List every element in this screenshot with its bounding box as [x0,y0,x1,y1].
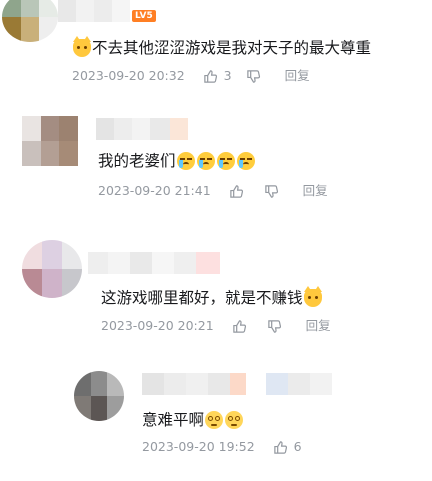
dislike-button[interactable] [264,184,285,199]
thumb-down-icon [246,69,260,83]
like-button[interactable] [232,319,253,334]
avatar[interactable] [2,0,58,42]
thumb-down-icon [267,319,281,333]
username[interactable] [96,118,188,140]
comment-content: 我的老婆们 [98,152,176,170]
comment-time: 2023-09-20 20:32 [72,68,185,83]
reply-button[interactable]: 回复 [303,182,328,200]
comment-time: 2023-09-20 19:52 [142,439,255,454]
dislike-button[interactable] [246,69,267,84]
cat-face-icon [73,36,91,57]
comment-time: 2023-09-20 21:41 [98,183,211,198]
username[interactable] [142,373,332,395]
dislike-button[interactable] [267,319,288,334]
avatar[interactable] [74,371,124,421]
level-badge: LV5 [132,10,156,22]
username[interactable] [88,252,220,274]
comment-meta: 2023-09-20 20:32 3 回复 [72,67,310,85]
comment-content: 不去其他涩涩游戏是我对天子的最大尊重 [92,39,372,57]
comment-meta: 2023-09-20 21:41 回复 [98,182,328,200]
blush-face-icon [225,411,244,429]
crying-face-icon [236,152,255,170]
like-button[interactable] [229,184,250,199]
thumb-up-icon [232,319,246,333]
avatar[interactable] [22,240,82,298]
like-count: 6 [293,439,302,454]
comment-content: 这游戏哪里都好，就是不赚钱 [101,289,303,307]
cat-face-icon [303,286,322,307]
thumb-down-icon [264,184,278,198]
thumb-up-icon [229,184,243,198]
comment-text: 意难平啊 [142,409,244,431]
crying-face-icon [176,152,195,170]
like-button[interactable]: 6 [273,438,302,456]
avatar[interactable] [22,116,78,166]
comment-text: 我的老婆们 [98,150,256,172]
thumb-up-icon [273,440,287,454]
comment-time: 2023-09-20 20:21 [101,318,214,333]
comment-meta: 2023-09-20 19:52 6 [142,438,316,456]
reply-button[interactable]: 回复 [306,317,331,335]
comment-text: 不去其他涩涩游戏是我对天子的最大尊重 [72,36,372,59]
like-button[interactable]: 3 [203,67,232,85]
comment-content: 意难平啊 [142,411,205,429]
blush-face-icon [205,411,224,429]
crying-face-icon [196,152,215,170]
username[interactable] [58,0,130,22]
like-count: 3 [223,68,232,83]
crying-face-icon [216,152,235,170]
reply-button[interactable]: 回复 [285,67,310,85]
comment-meta: 2023-09-20 20:21 回复 [101,317,331,335]
comment-text: 这游戏哪里都好，就是不赚钱 [101,286,323,309]
thumb-up-icon [203,69,217,83]
